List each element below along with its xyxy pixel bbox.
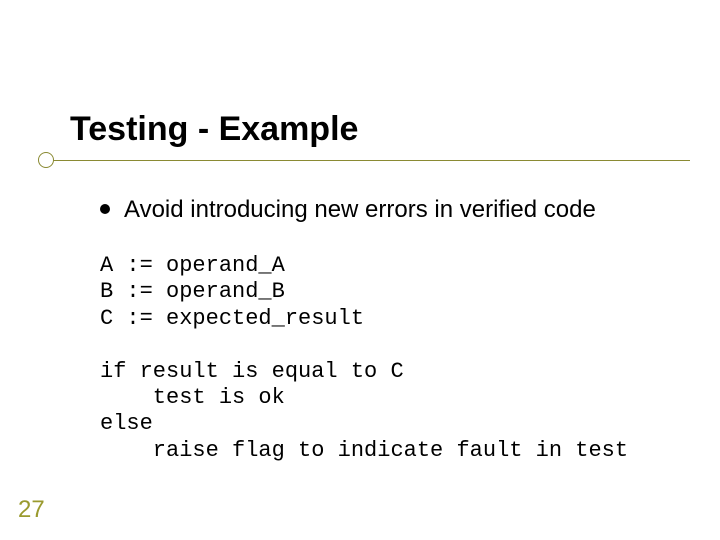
code-block: A := operand_A B := operand_B C := expec… xyxy=(100,253,680,464)
title-underline-dot-icon xyxy=(38,152,54,168)
bullet-dot-icon xyxy=(100,204,110,214)
slide-title: Testing - Example xyxy=(70,110,680,149)
slide: Testing - Example Avoid introducing new … xyxy=(0,0,720,540)
bullet-item: Avoid introducing new errors in verified… xyxy=(100,195,680,225)
title-area: Testing - Example xyxy=(70,110,680,157)
bullet-text: Avoid introducing new errors in verified… xyxy=(124,195,596,225)
slide-body: Avoid introducing new errors in verified… xyxy=(100,195,680,464)
title-underline xyxy=(46,160,690,161)
page-number: 27 xyxy=(18,496,45,524)
